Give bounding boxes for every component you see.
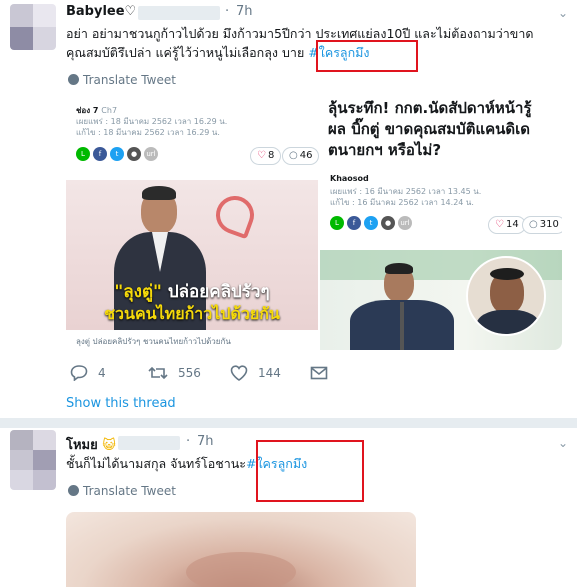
direct-message-button[interactable] <box>310 365 328 381</box>
comments-count: 46 <box>299 150 313 161</box>
line-icon[interactable]: L <box>76 147 90 161</box>
published-date: เผยแพร่ : 16 มีนาคม 2562 เวลา 13.45 น. <box>330 187 482 196</box>
tweet-text-line-2-text: คุณสมบัติรึเปล่า แค่รู้ไว้ว่าหนูไม่เลือก… <box>66 45 305 60</box>
overlay-line-2: ชวนคนไทยก้าวไปด้วยกัน <box>104 304 280 323</box>
tweet-2[interactable]: โหมย 😺 · 7h ⌄ ชั้นก็ไม่ได้นามสกุล จันทร์… <box>0 428 577 587</box>
published-date: เผยแพร่ : 18 มีนาคม 2562 เวลา 16.29 น. <box>76 117 228 126</box>
party-logo <box>210 190 276 240</box>
globe-icon <box>68 485 79 496</box>
overlay-line-1: "ลุงตู่" ปล่อยคลิปรัวๆ <box>66 278 318 305</box>
likes-pill[interactable]: ♡ 14 <box>488 216 526 234</box>
like-button[interactable]: 144 <box>230 365 281 381</box>
comments-pill[interactable]: ○ 46 <box>282 147 320 165</box>
updated-date: แก้ไข : 18 มีนาคม 2562 เวลา 16.29 น. <box>76 128 220 137</box>
headline-line-3: ตนายกฯ หรือไม่? <box>328 141 442 159</box>
media-left-article[interactable]: ช่อง 7 Ch7 เผยแพร่ : 18 มีนาคม 2562 เวลา… <box>66 92 320 350</box>
display-name[interactable]: Babylee♡ <box>66 4 136 19</box>
reply-button[interactable]: 4 <box>70 365 106 381</box>
source-name-sub: Ch7 <box>101 106 118 115</box>
line-icon[interactable]: L <box>330 216 344 230</box>
overlay-rest: ปล่อยคลิปรัวๆ <box>167 282 270 302</box>
avatar[interactable] <box>10 430 56 490</box>
heart-icon <box>230 365 248 381</box>
comments-count: 310 <box>539 219 559 230</box>
facebook-icon[interactable]: f <box>347 216 361 230</box>
tweet-divider <box>0 418 577 428</box>
updated-date: แก้ไข : 16 มีนาคม 2562 เวลา 14.24 น. <box>330 198 474 207</box>
likes-count: 14 <box>505 219 519 230</box>
reply-count: 4 <box>98 366 106 380</box>
tweet-time-separator: · <box>225 4 230 19</box>
tweet-1[interactable]: Babylee♡ · 7h ⌄ อย่า อย่ามาชวนกูก้าวไปด้… <box>0 0 577 420</box>
heart-icon: ♡ <box>495 219 504 230</box>
attached-photo[interactable] <box>66 512 416 587</box>
translate-tweet-label: Translate Tweet <box>83 73 176 87</box>
article-photo <box>320 250 562 350</box>
username-redacted <box>138 6 220 20</box>
username-redacted <box>118 436 180 450</box>
envelope-icon <box>310 366 328 380</box>
save-icon[interactable]: ● <box>381 216 395 230</box>
display-name-text: โหมย <box>66 438 98 453</box>
retweet-count: 556 <box>178 366 201 380</box>
url-icon[interactable]: url <box>144 147 158 161</box>
comment-icon: ○ <box>529 219 538 230</box>
source-name: Khaosod <box>330 174 369 183</box>
twitter-icon[interactable]: t <box>364 216 378 230</box>
headline-line-1: ลุ้นระทึก! กกต.นัดสัปดาห์หน้ารู้ <box>328 99 532 117</box>
tweet-time-separator: · <box>186 434 191 449</box>
media-grid[interactable]: ช่อง 7 Ch7 เผยแพร่ : 18 มีนาคม 2562 เวลา… <box>66 92 562 350</box>
tweet-text-body: ชั้นก็ไม่ได้นามสกุล จันทร์โอชานะ <box>66 456 246 471</box>
cat-emoji-icon: 😺 <box>102 438 116 453</box>
headline-line-2: ผล บิ๊กตู่ ขาดคุณสมบัติแคนดิเด <box>328 120 531 138</box>
share-icons: L f t ● url <box>76 147 158 161</box>
share-icons: L f t ● url <box>330 216 412 230</box>
likes-pill[interactable]: ♡ 8 <box>250 147 282 165</box>
photo-shadow <box>186 552 296 587</box>
source-name-text: ช่อง 7 <box>76 106 99 115</box>
comment-icon: ○ <box>289 150 298 161</box>
likes-count: 8 <box>267 150 275 161</box>
globe-icon <box>68 74 79 85</box>
hashtag-highlight-box <box>256 440 364 502</box>
microphone <box>400 302 404 350</box>
save-icon[interactable]: ● <box>127 147 141 161</box>
chevron-down-icon[interactable]: ⌄ <box>558 436 568 450</box>
retweet-icon <box>148 366 168 380</box>
avatar[interactable] <box>10 4 56 50</box>
translate-tweet-link[interactable]: Translate Tweet <box>68 484 176 498</box>
tweet-time[interactable]: 7h <box>197 434 214 449</box>
person-hair <box>142 186 176 200</box>
translate-tweet-label: Translate Tweet <box>83 484 176 498</box>
article-photo: "ลุงตู่" ปล่อยคลิปรัวๆ ชวนคนไทยก้าวไปด้ว… <box>66 180 318 330</box>
translate-tweet-link[interactable]: Translate Tweet <box>68 73 176 87</box>
url-icon[interactable]: url <box>398 216 412 230</box>
overlay-quote: "ลุงตู่" <box>114 282 162 302</box>
hashtag-highlight-box <box>316 40 418 72</box>
twitter-icon[interactable]: t <box>110 147 124 161</box>
show-thread-link[interactable]: Show this thread <box>66 396 176 411</box>
like-count: 144 <box>258 366 281 380</box>
chevron-down-icon[interactable]: ⌄ <box>558 6 568 20</box>
display-name[interactable]: โหมย 😺 <box>66 434 116 455</box>
facebook-icon[interactable]: f <box>93 147 107 161</box>
comments-pill[interactable]: ○ 310 <box>522 216 562 234</box>
photo-caption: ลุงตู่ ปล่อยคลิปรัวๆ ชวนคนไทยก้าวไปด้วยก… <box>76 337 231 346</box>
article-headline: ลุ้นระทึก! กกต.นัดสัปดาห์หน้ารู้ ผล บิ๊ก… <box>328 98 560 161</box>
person-hair <box>385 263 413 274</box>
retweet-button[interactable]: 556 <box>148 365 201 381</box>
reply-icon <box>70 365 88 381</box>
heart-icon: ♡ <box>257 150 266 161</box>
tweet-time[interactable]: 7h <box>236 4 253 19</box>
inset-portrait <box>466 256 546 336</box>
media-right-article[interactable]: ลุ้นระทึก! กกต.นัดสัปดาห์หน้ารู้ ผล บิ๊ก… <box>320 92 562 350</box>
